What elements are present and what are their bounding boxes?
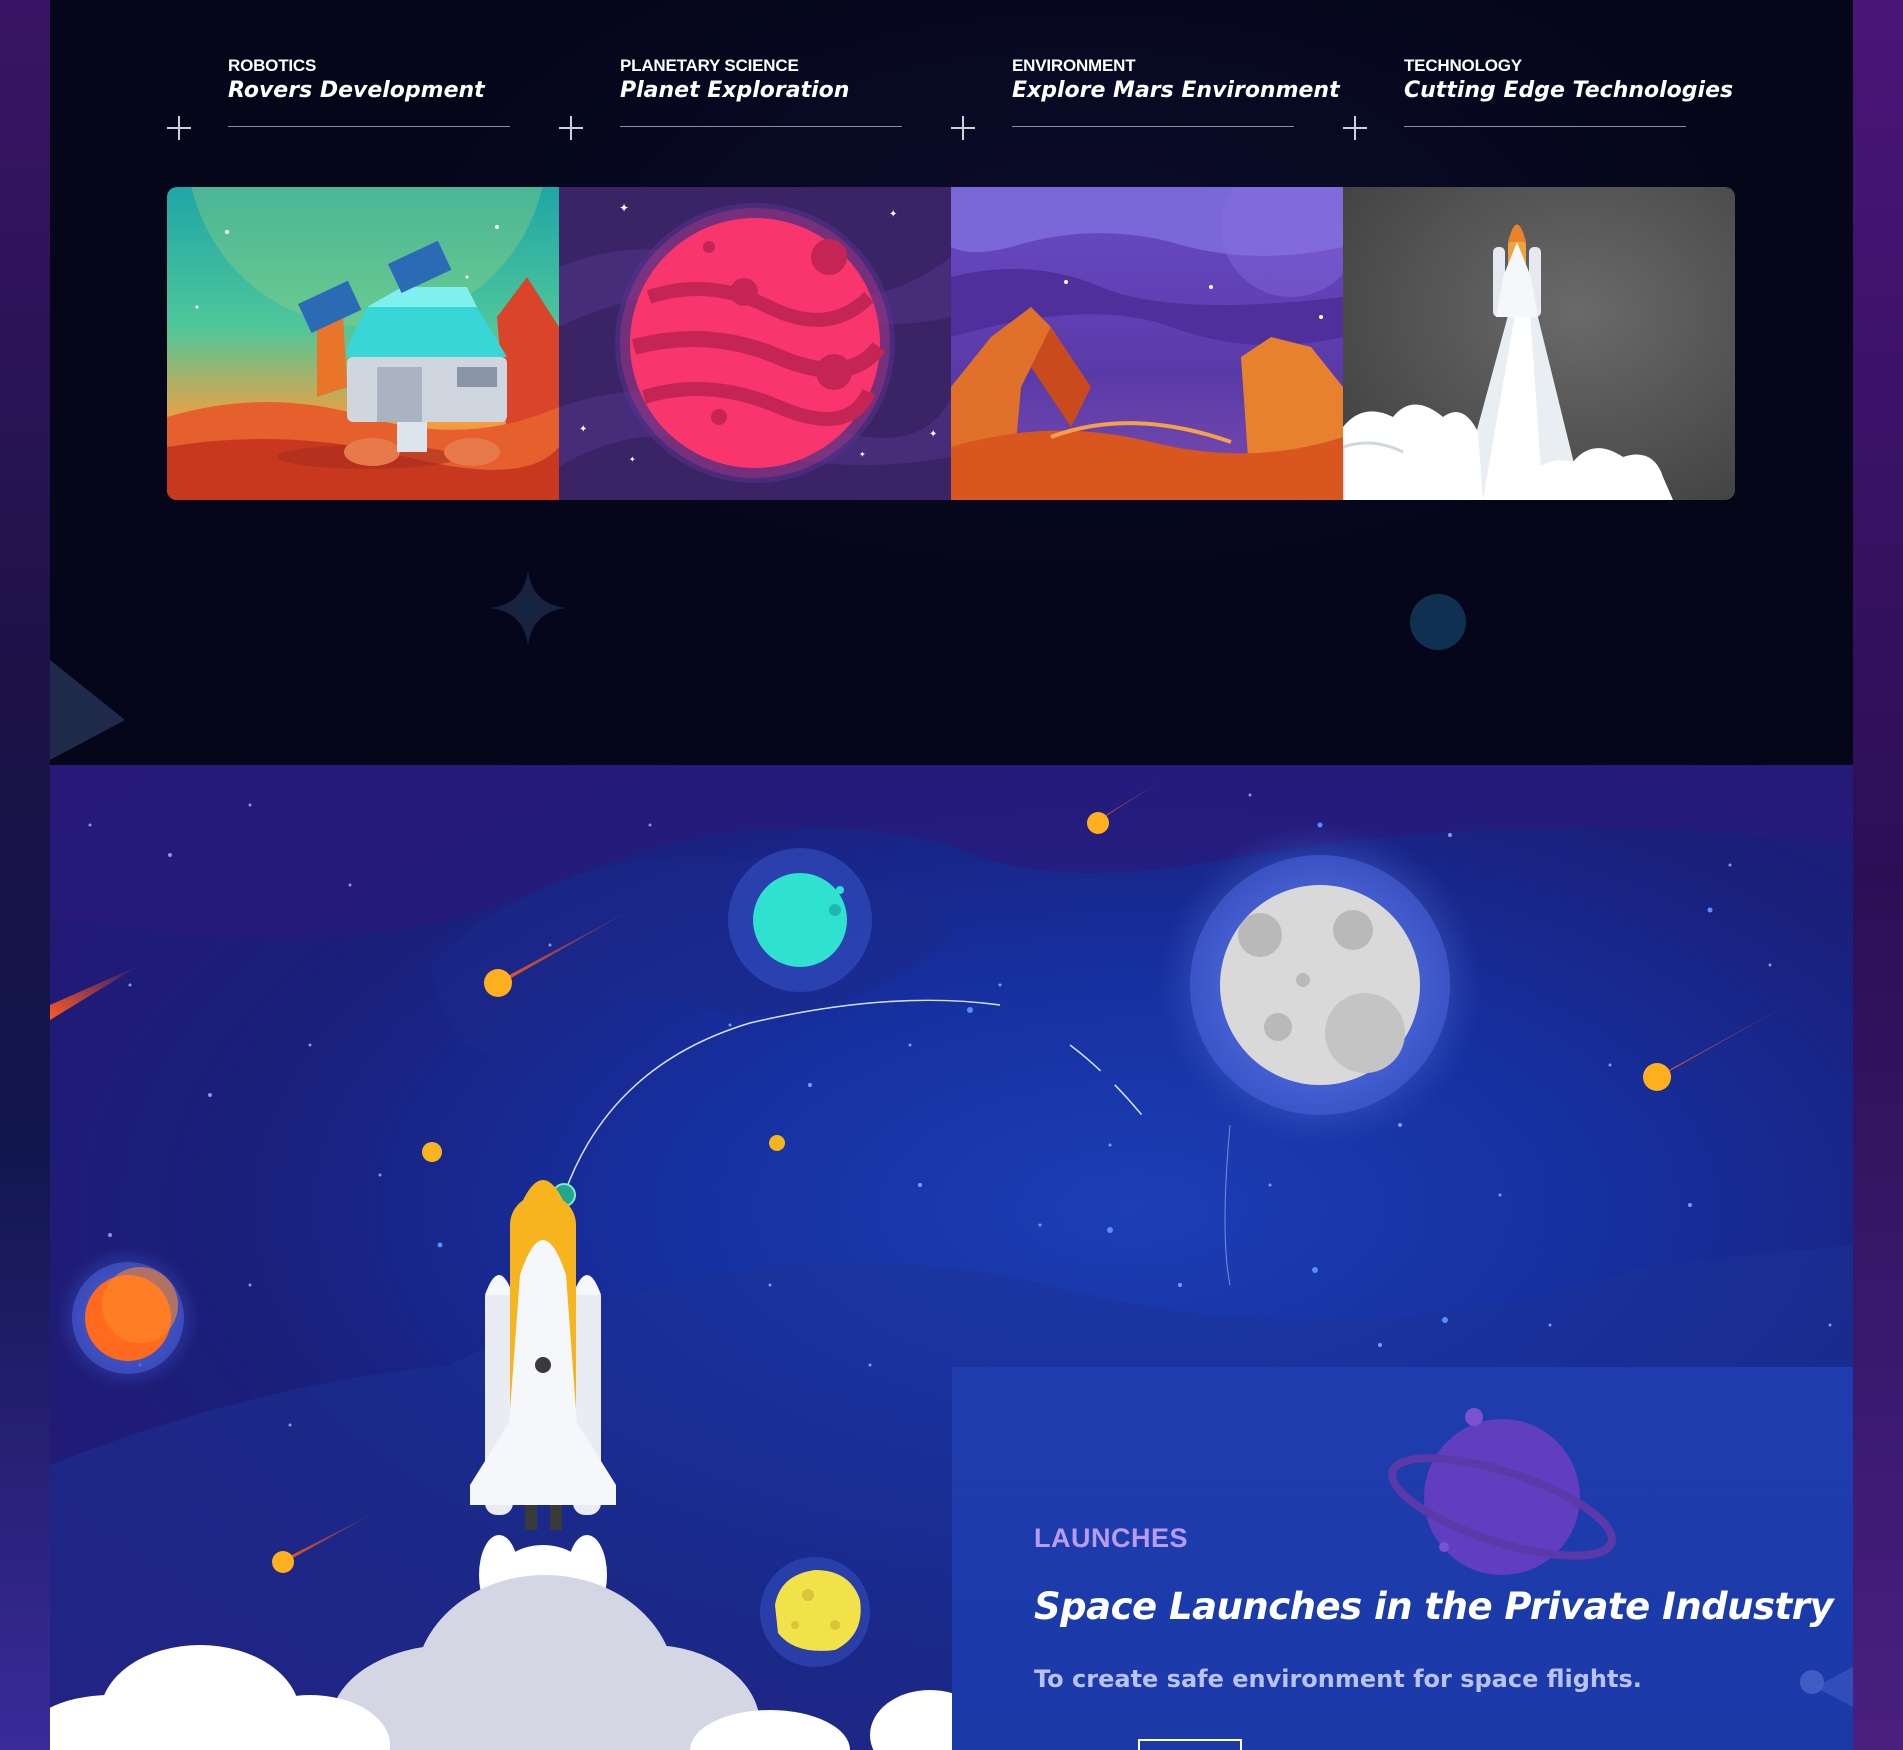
lunar-base-image[interactable]: [167, 187, 559, 500]
launches-section: LAUNCHES Space Launches in the Private I…: [50, 765, 1853, 1750]
category-title[interactable]: Rovers Development: [228, 78, 485, 103]
plus-icon[interactable]: [167, 116, 191, 140]
shuttle-launch-image[interactable]: [1343, 187, 1735, 500]
category-kicker: PLANETARY SCIENCE: [620, 56, 799, 75]
category-robotics[interactable]: ROBOTICS Rovers Development: [167, 56, 559, 146]
category-list: ROBOTICS Rovers Development PLANETARY SC…: [167, 56, 1787, 146]
left-background-edge: [0, 0, 50, 1750]
red-planet-illustration: ✦ ✦ ✦ ✦ ✦ ✦: [559, 187, 951, 500]
launches-kicker: LAUNCHES: [1034, 1523, 1189, 1553]
category-underline: [620, 126, 902, 127]
categories-section: ROBOTICS Rovers Development PLANETARY SC…: [50, 0, 1853, 765]
category-planetary-science[interactable]: PLANETARY SCIENCE Planet Exploration: [559, 56, 951, 146]
svg-text:✦: ✦: [929, 429, 937, 440]
svg-text:✦: ✦: [889, 209, 897, 220]
category-kicker: ROBOTICS: [228, 56, 317, 75]
launches-subtitle: To create safe environment for space fli…: [1034, 1665, 1642, 1693]
category-title[interactable]: Planet Exploration: [620, 78, 849, 103]
launches-button[interactable]: [1138, 1739, 1242, 1750]
mars-canyon-image[interactable]: [951, 187, 1343, 500]
small-planet-dot: [1410, 594, 1466, 650]
category-kicker: TECHNOLOGY: [1404, 56, 1522, 75]
svg-text:✦: ✦: [859, 450, 866, 459]
plus-icon[interactable]: [1343, 116, 1367, 140]
plus-icon[interactable]: [951, 116, 975, 140]
launches-heading: Space Launches in the Private Industry: [1034, 1585, 1834, 1628]
category-underline: [228, 126, 510, 127]
space-shuttle-shape: [470, 1180, 616, 1625]
svg-text:✦: ✦: [619, 201, 629, 215]
svg-text:✦: ✦: [579, 424, 587, 435]
svg-text:✦: ✦: [629, 455, 636, 464]
mars-canyon-illustration: [951, 187, 1343, 500]
launches-card: LAUNCHES Space Launches in the Private I…: [952, 1367, 1853, 1750]
category-underline: [1012, 126, 1294, 127]
category-title[interactable]: Cutting Edge Technologies: [1404, 78, 1733, 103]
category-kicker: ENVIRONMENT: [1012, 56, 1136, 75]
plus-icon[interactable]: [559, 116, 583, 140]
category-image-strip: ✦ ✦ ✦ ✦ ✦ ✦: [167, 187, 1735, 500]
red-planet-image[interactable]: ✦ ✦ ✦ ✦ ✦ ✦: [559, 187, 951, 500]
category-underline: [1404, 126, 1686, 127]
category-technology[interactable]: TECHNOLOGY Cutting Edge Technologies: [1343, 56, 1735, 146]
sparkle-star-shape: [490, 570, 566, 646]
category-title[interactable]: Explore Mars Environment: [1012, 78, 1340, 103]
corner-shape: [50, 660, 125, 760]
right-background-edge: [1853, 0, 1903, 1750]
lunar-base-illustration: [167, 187, 559, 500]
category-environment[interactable]: ENVIRONMENT Explore Mars Environment: [951, 56, 1343, 146]
shuttle-launch-illustration: [1343, 187, 1735, 500]
